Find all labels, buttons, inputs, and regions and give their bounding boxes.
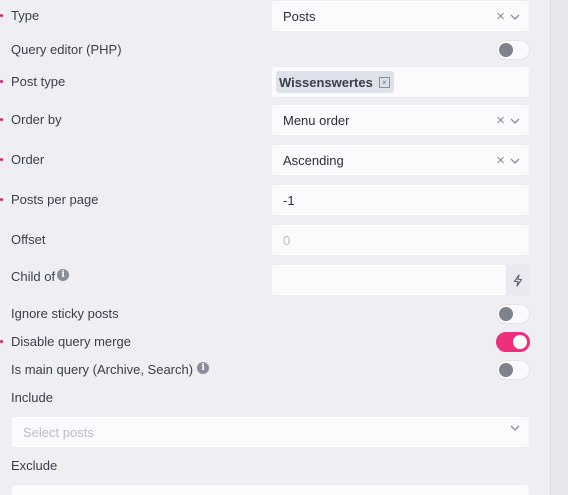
clear-icon[interactable]: × — [496, 153, 505, 168]
post-type-tag: Wissenswertes × — [276, 71, 394, 93]
order-by-select[interactable]: Menu order × — [271, 104, 530, 136]
required-indicator — [0, 14, 3, 17]
posts-per-page-value: -1 — [283, 193, 295, 208]
query-editor-label: Query editor (PHP) — [11, 42, 122, 57]
include-placeholder: Select posts — [23, 425, 94, 440]
order-value: Ascending — [283, 153, 344, 168]
dynamic-data-button[interactable] — [506, 265, 529, 295]
toggle-knob — [499, 43, 513, 57]
post-type-label: Post type — [11, 74, 66, 89]
query-editor-toggle[interactable] — [496, 40, 530, 60]
tag-remove-icon[interactable]: × — [378, 76, 390, 88]
child-of-label: Child of i — [11, 269, 70, 285]
clear-icon[interactable]: × — [496, 9, 505, 24]
is-main-query-toggle[interactable] — [496, 360, 530, 380]
child-of-input[interactable] — [271, 264, 530, 296]
required-indicator — [0, 80, 3, 83]
chevron-down-icon — [510, 158, 520, 164]
disable-query-merge-label: Disable query merge — [11, 334, 131, 349]
chevron-down-icon — [510, 425, 520, 431]
type-select[interactable]: Posts × — [271, 0, 530, 32]
post-type-select[interactable]: Wissenswertes × — [271, 66, 530, 98]
clear-icon[interactable]: × — [496, 113, 505, 128]
type-select-value: Posts — [283, 9, 316, 24]
chevron-down-icon — [510, 14, 520, 20]
disable-query-merge-toggle[interactable] — [496, 332, 530, 352]
required-indicator — [0, 158, 3, 161]
query-settings-panel: Type Posts × Query editor (PHP) Post typ… — [0, 0, 550, 495]
include-label: Include — [11, 390, 53, 405]
offset-input[interactable]: 0 — [271, 224, 530, 256]
bolt-icon — [513, 273, 523, 287]
is-main-query-label: Is main query (Archive, Search) i — [11, 362, 210, 378]
offset-placeholder: 0 — [283, 233, 291, 248]
exclude-select[interactable] — [11, 484, 530, 495]
offset-label: Offset — [11, 232, 46, 247]
type-label: Type — [11, 8, 40, 23]
required-indicator — [0, 198, 3, 201]
panel-edge — [550, 0, 568, 495]
required-indicator — [0, 118, 3, 121]
toggle-knob — [499, 307, 513, 321]
include-select[interactable]: Select posts — [11, 416, 530, 448]
order-label: Order — [11, 152, 45, 167]
toggle-knob — [499, 363, 513, 377]
toggle-knob — [513, 335, 527, 349]
posts-per-page-label: Posts per page — [11, 192, 99, 207]
exclude-label: Exclude — [11, 458, 58, 473]
info-icon[interactable]: i — [57, 269, 70, 281]
order-select[interactable]: Ascending × — [271, 144, 530, 176]
ignore-sticky-toggle[interactable] — [496, 304, 530, 324]
child-of-label-text: Child of — [11, 269, 56, 284]
posts-per-page-input[interactable]: -1 — [271, 184, 530, 216]
is-main-query-label-text: Is main query (Archive, Search) — [11, 362, 194, 377]
chevron-down-icon — [510, 118, 520, 124]
order-by-label: Order by — [11, 112, 62, 127]
info-icon[interactable]: i — [197, 362, 210, 374]
order-by-value: Menu order — [283, 113, 350, 128]
ignore-sticky-label: Ignore sticky posts — [11, 306, 119, 321]
required-indicator — [0, 340, 3, 343]
post-type-tag-label: Wissenswertes — [279, 74, 373, 90]
